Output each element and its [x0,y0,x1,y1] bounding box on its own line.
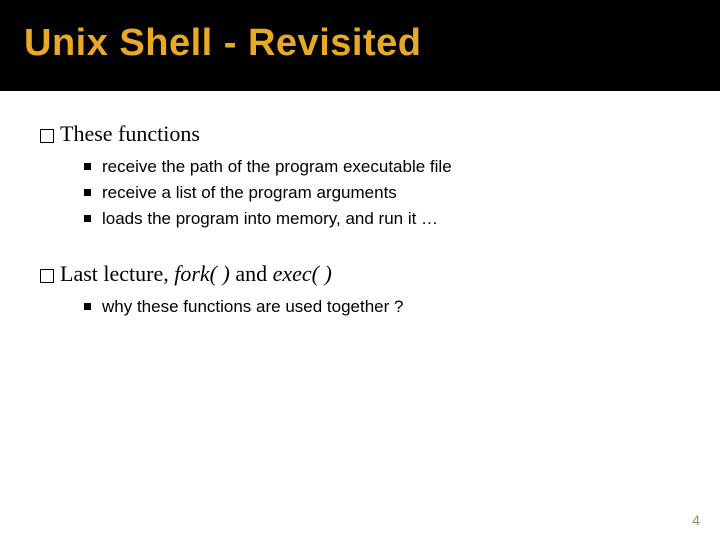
section2-heading: Last lecture, fork( ) and exec( ) [60,259,332,290]
list-item: receive the path of the program executab… [84,154,680,180]
and-text: and [230,261,273,286]
section1-heading: These functions [60,119,200,150]
section1-sublist: receive the path of the program executab… [40,154,680,233]
exec-label: exec( ) [273,261,332,286]
list-item: loads the program into memory, and run i… [84,206,680,232]
section2-prefix: Last lecture, [60,261,174,286]
checkbox-icon [40,269,54,283]
list-item: receive a list of the program arguments [84,180,680,206]
fork-label: fork( ) [174,261,230,286]
checkbox-icon [40,129,54,143]
section2-sublist: why these functions are used together ? [40,294,680,320]
page-number: 4 [692,512,700,528]
slide-title: Unix Shell - Revisited [24,22,720,65]
slide-content: These functions receive the path of the … [0,91,720,320]
bullet-these-functions: These functions [40,119,680,150]
list-item: why these functions are used together ? [84,294,680,320]
title-band: Unix Shell - Revisited [0,0,720,91]
bullet-last-lecture: Last lecture, fork( ) and exec( ) [40,259,680,290]
